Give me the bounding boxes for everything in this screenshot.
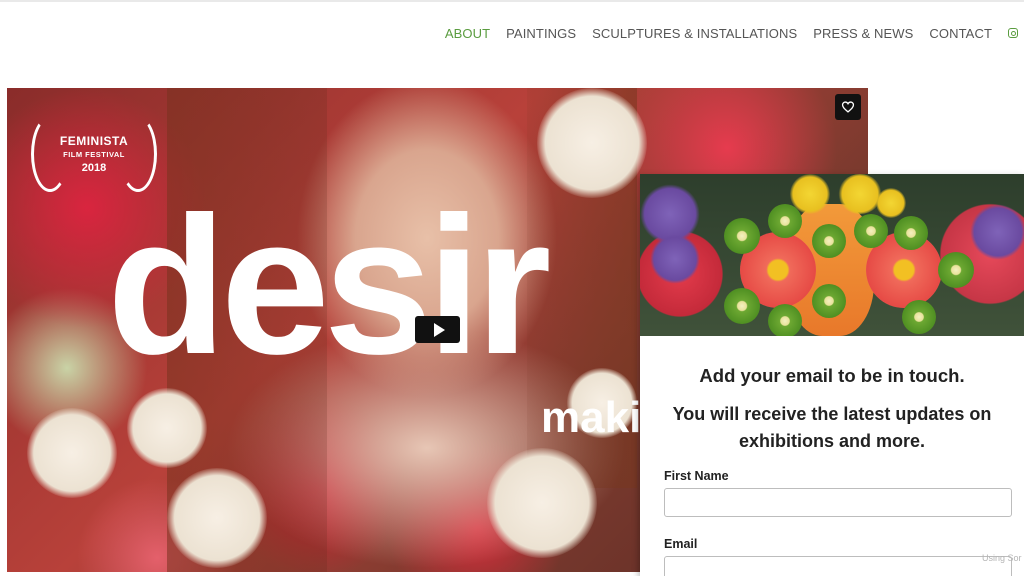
first-name-field[interactable] [664,488,1012,517]
heart-glyph [841,101,855,113]
heart-icon[interactable] [835,94,861,120]
powered-by-note: Using Sor [982,553,1022,563]
first-name-label: First Name [664,469,729,483]
lavender-image [970,204,1024,260]
kiwi-image [938,252,974,288]
badge-year: 2018 [81,162,107,174]
hero-artwork-flower [127,388,207,468]
kiwi-image [724,218,760,254]
yellow-flower-image [790,174,830,214]
nav-press-news[interactable]: PRESS & NEWS [813,26,913,41]
popup-subheading: You will receive the latest updates on e… [672,404,992,451]
hero-title-large: desir [107,176,551,395]
email-field[interactable] [664,556,1012,576]
instagram-icon[interactable] [1008,28,1018,38]
popup-heading: Add your email to be in touch. [699,365,965,386]
lavender-image [650,234,700,284]
kiwi-image [768,304,802,336]
email-label: Email [664,537,698,551]
nav-paintings[interactable]: PAINTINGS [506,26,576,41]
kiwi-image [854,214,888,248]
main-nav: ABOUT PAINTINGS SCULPTURES & INSTALLATIO… [445,24,1024,42]
hero-title-small: maki [541,393,642,442]
hero-artwork-flower [27,408,117,498]
popup-fruit-image [640,174,1024,336]
play-icon[interactable] [415,316,460,343]
hero-artwork-flower [537,88,647,198]
badge-line-1: FEMINISTA [59,134,129,148]
hero-artwork-flower [487,448,597,558]
kiwi-image [724,288,760,324]
nav-about[interactable]: ABOUT [445,26,490,41]
yellow-flower-image [838,174,882,214]
kiwi-image [902,300,936,334]
kiwi-image [812,224,846,258]
newsletter-popup: Add your email to be in touch. You will … [640,174,1024,576]
top-divider [0,0,1024,2]
badge-line-2: FILM FESTIVAL [63,150,125,159]
nav-sculptures-installations[interactable]: SCULPTURES & INSTALLATIONS [592,26,797,41]
kiwi-image [812,284,846,318]
kiwi-image [894,216,928,250]
hero-artwork-flower [167,468,267,568]
yellow-flower-image [876,188,906,218]
nav-contact[interactable]: CONTACT [929,26,992,41]
